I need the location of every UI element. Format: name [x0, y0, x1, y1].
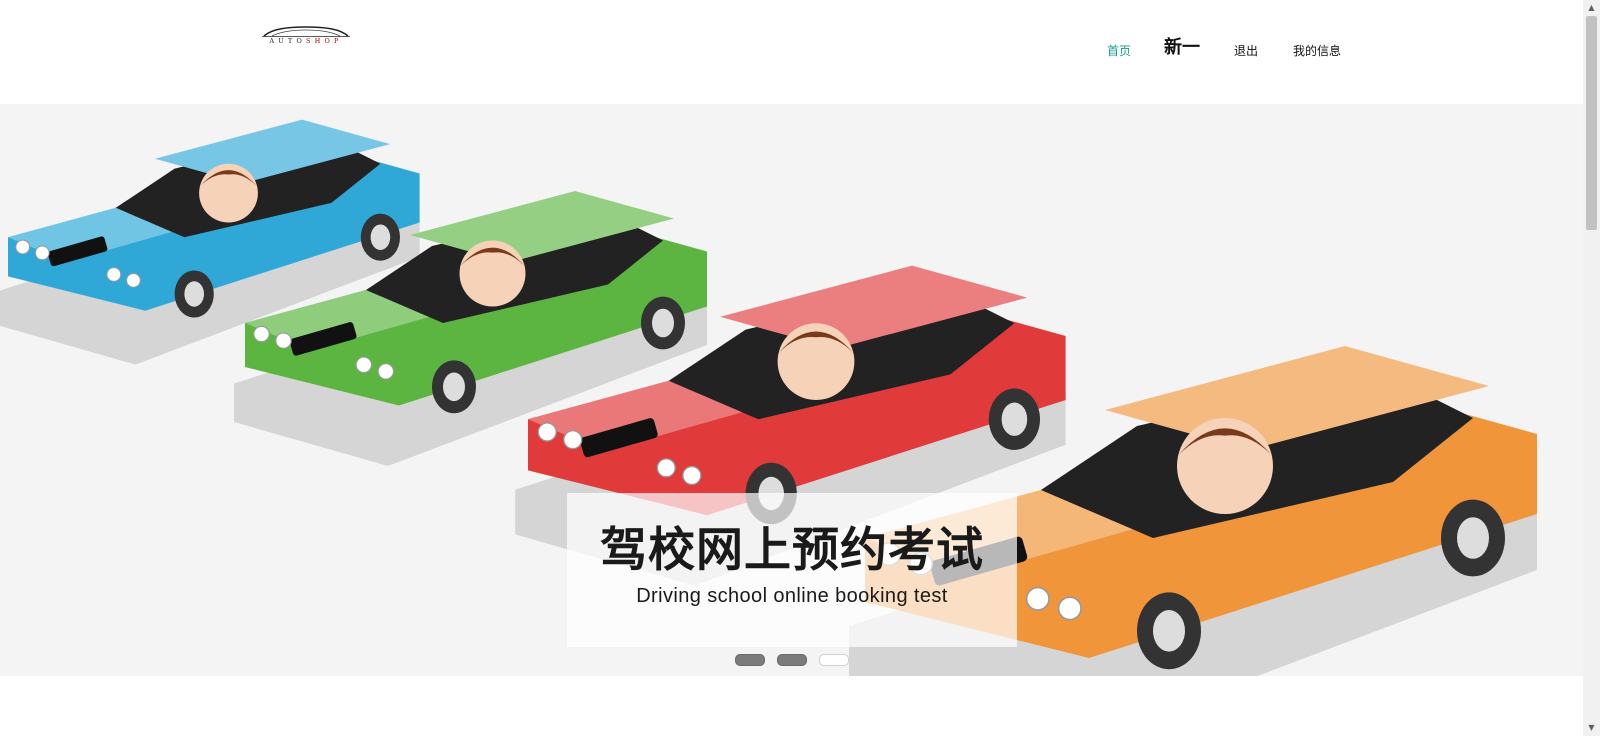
nav-home[interactable]: 首页 [1107, 40, 1131, 62]
scroll-up-arrow-icon[interactable]: ▲ [1583, 0, 1600, 16]
scroll-down-arrow-icon[interactable]: ▼ [1583, 720, 1600, 736]
nav-logout[interactable]: 退出 [1234, 40, 1258, 62]
banner-title: 驾校网上预约考试 [600, 523, 984, 578]
car-silhouette-icon [262, 26, 350, 37]
site-header: AUTOSHOP 首页 新一 退出 我的信息 [0, 0, 1583, 104]
carousel-dot-1[interactable] [735, 654, 765, 666]
banner-subtitle: Driving school online booking test [636, 585, 948, 607]
scroll-thumb[interactable] [1586, 16, 1597, 230]
page-scrollbar[interactable]: ▲ ▼ [1583, 0, 1600, 736]
nav-user-name[interactable]: 新一 [1164, 37, 1200, 59]
hero-carousel[interactable]: 驾校网上预约考试 Driving school online booking t… [0, 104, 1583, 676]
logo-wordmark: AUTOSHOP [269, 37, 343, 45]
autoshop-logo[interactable]: AUTOSHOP [262, 25, 350, 47]
carousel-dot-3[interactable] [819, 654, 849, 666]
banner-caption: 驾校网上预约考试 Driving school online booking t… [567, 493, 1017, 647]
carousel-dot-2[interactable] [777, 654, 807, 666]
nav-my-info[interactable]: 我的信息 [1293, 40, 1341, 62]
